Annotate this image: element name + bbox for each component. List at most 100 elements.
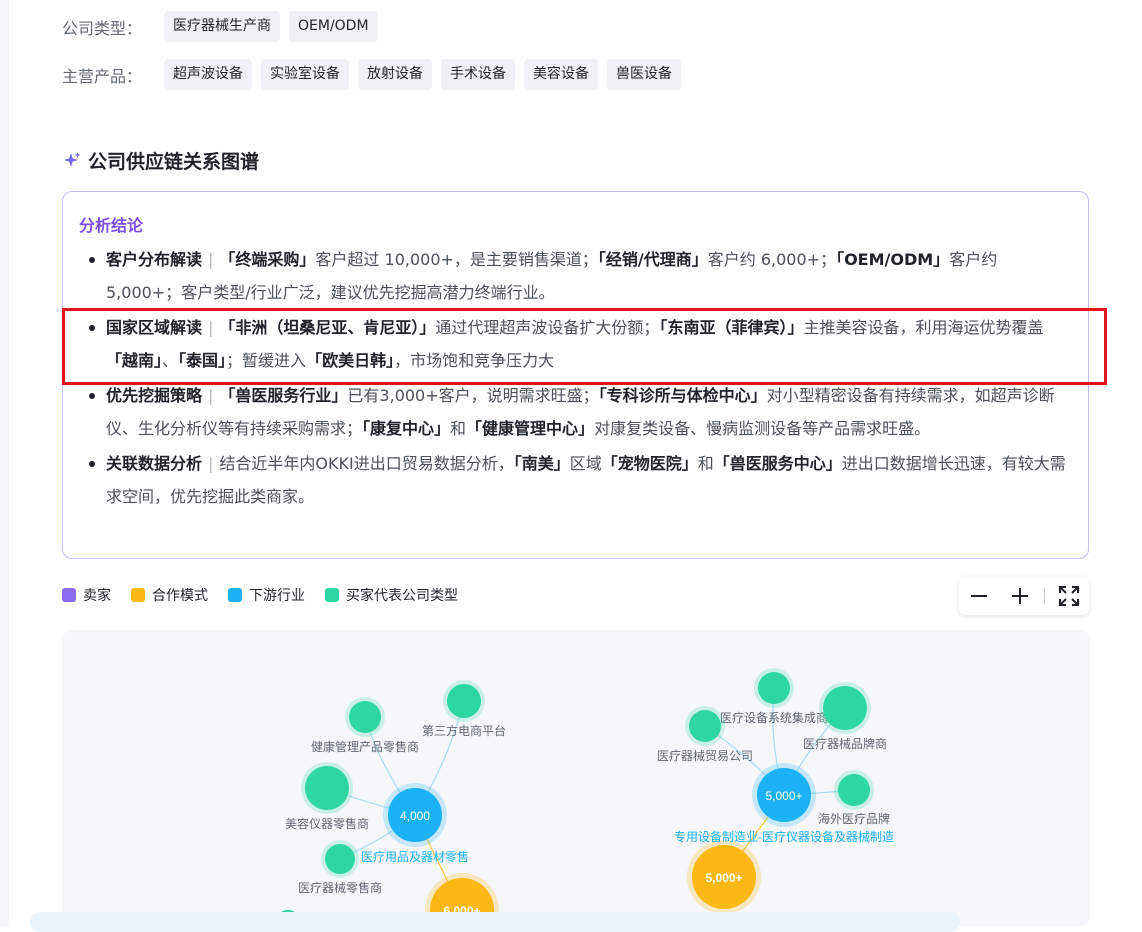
analysis-item-head: 优先挖掘策略 xyxy=(106,386,203,405)
buyer-node-label: 医疗器械贸易公司 xyxy=(657,748,753,763)
separator: | xyxy=(208,318,214,337)
info-tag[interactable]: 美容设备 xyxy=(524,59,598,90)
industry-node-value: 5,000+ xyxy=(765,789,802,803)
mode-node-value: 5,000+ xyxy=(705,871,742,885)
buyer-node-label: 海外医疗品牌 xyxy=(818,811,890,826)
analysis-item-head: 关联数据分析 xyxy=(106,454,203,473)
analysis-item: 优先挖掘策略 | 「兽医服务行业」已有3,000+客户，说明需求旺盛；「专科诊所与体… xyxy=(87,380,1072,445)
keyword: 「专科诊所与体检中心」 xyxy=(598,386,767,405)
keyword: 「兽医服务中心」 xyxy=(713,454,842,473)
info-tag[interactable]: 兽医设备 xyxy=(607,59,681,90)
buyer-node[interactable] xyxy=(325,844,355,874)
info-row: 公司类型： 医疗器械生产商 OEM/ODM xyxy=(62,11,387,42)
analysis-text: 客户约 6,000+； xyxy=(707,250,837,269)
buyer-node[interactable] xyxy=(447,684,481,718)
legend-item[interactable]: 下游行业 xyxy=(228,585,305,605)
industry-node-label: 医疗用品及器材零售 xyxy=(361,849,469,864)
analysis-card: 分析结论 客户分布解读 | 「终端采购」客户超过 10,000+，是主要销售渠道；「… xyxy=(62,191,1089,559)
zoom-divider xyxy=(1043,588,1045,604)
info-row-label: 公司类型： xyxy=(62,18,143,38)
buyer-node[interactable] xyxy=(838,774,870,806)
info-tag[interactable]: 实验室设备 xyxy=(261,59,349,90)
info-tag[interactable]: 放射设备 xyxy=(358,59,432,90)
buyer-node[interactable] xyxy=(758,672,790,704)
legend-item[interactable]: 合作模式 xyxy=(131,585,208,605)
legend-swatch xyxy=(325,588,339,602)
zoom-controls xyxy=(959,577,1089,615)
left-scroll-gutter xyxy=(0,0,9,926)
buyer-node-label: 医疗器械零售商 xyxy=(298,880,382,895)
keyword: 「欧美日韩」 xyxy=(306,350,395,370)
analysis-text: 、 xyxy=(162,350,179,370)
analysis-text: ，市场饱和竞争压力大 xyxy=(394,350,555,370)
analysis-text: 结合近半年内OKKI进出口贸易数据分析， xyxy=(219,454,514,473)
analysis-text: 和 xyxy=(697,454,714,473)
keyword: 「OEM/ODM」 xyxy=(836,250,950,269)
legend-item[interactable]: 买家代表公司类型 xyxy=(325,585,458,605)
keyword: 「康复中心」 xyxy=(362,418,451,438)
analysis-item-head: 客户分布解读 xyxy=(106,250,203,269)
keyword: 「经销/代理商」 xyxy=(597,250,708,269)
buyer-node-label: 医疗器械品牌商 xyxy=(803,736,887,751)
legend-label: 买家代表公司类型 xyxy=(346,588,458,604)
info-row-label: 主营产品： xyxy=(62,66,143,86)
analysis-item-head: 国家区域解读 xyxy=(106,318,203,337)
analysis-title: 分析结论 xyxy=(79,216,144,235)
buyer-node-label: 美容仪器零售商 xyxy=(285,816,369,831)
section-header: 公司供应链关系图谱 xyxy=(62,147,259,174)
industry-node-value: 4,000 xyxy=(400,809,430,823)
industry-node-label: 专用设备制造业-医疗仪器设备及器械制造 xyxy=(674,829,894,844)
legend-item[interactable]: 卖家 xyxy=(62,585,111,605)
analysis-text: 客户超过 10,000+，是主要销售渠道； xyxy=(315,250,598,269)
analysis-list: 客户分布解读 | 「终端采购」客户超过 10,000+，是主要销售渠道；「经销/代理… xyxy=(87,244,1072,516)
keyword: 「泰国」 xyxy=(178,350,227,370)
minus-icon xyxy=(971,595,988,597)
separator: | xyxy=(208,250,214,269)
info-tag[interactable]: OEM/ODM xyxy=(289,11,378,42)
legend-label: 合作模式 xyxy=(152,588,208,604)
analysis-item: 关联数据分析 | 结合近半年内OKKI进出口贸易数据分析，「南美」区域「宠物医院」和… xyxy=(87,448,1072,513)
analysis-text: 和 xyxy=(450,418,467,438)
keyword: 「南美」 xyxy=(513,454,570,473)
keyword: 「兽医服务行业」 xyxy=(219,386,348,405)
keyword: 「非洲（坦桑尼亚、肯尼亚）」 xyxy=(219,318,436,337)
analysis-text: 主推美容设备，利用海运优势覆盖 xyxy=(803,318,1044,337)
analysis-text: 对康复类设备、慢病监测设备等产品需求旺盛。 xyxy=(594,418,931,438)
zoom-in-button[interactable] xyxy=(1003,579,1037,613)
fullscreen-icon xyxy=(1058,586,1079,606)
info-row: 主营产品： 超声波设备 实验室设备 放射设备 手术设备 美容设备 兽医设备 xyxy=(62,59,690,90)
keyword: 「东南亚（菲律宾）」 xyxy=(659,318,804,337)
keyword: 「越南」 xyxy=(106,350,163,370)
graph-legend: 卖家 合作模式 下游行业 买家代表公司类型 xyxy=(62,585,478,605)
buyer-node-label: 第三方电商平台 xyxy=(422,723,506,738)
keyword: 「健康管理中心」 xyxy=(466,418,595,438)
analysis-item: 客户分布解读 | 「终端采购」客户超过 10,000+，是主要销售渠道；「经销/代理… xyxy=(87,244,1072,309)
sparkle-icon xyxy=(64,151,81,167)
buyer-node[interactable] xyxy=(349,701,381,733)
section-title: 公司供应链关系图谱 xyxy=(88,151,260,173)
info-tag[interactable]: 超声波设备 xyxy=(164,59,252,90)
analysis-text: ；暂缓进入 xyxy=(226,350,307,370)
buyer-node[interactable] xyxy=(689,710,721,742)
plus-icon xyxy=(1012,588,1029,604)
fullscreen-button[interactable] xyxy=(1052,579,1086,613)
keyword: 「宠物医院」 xyxy=(601,454,698,473)
supply-chain-graph[interactable]: 健康管理产品零售商 第三方电商平台 美容仪器零售商 医疗器械零售商 6,000+ 4,00… xyxy=(62,630,1090,926)
graph-canvas[interactable]: 健康管理产品零售商第三方电商平台美容仪器零售商医疗器械零售商6,000+4,00… xyxy=(62,630,1090,926)
buyer-node[interactable] xyxy=(305,766,349,810)
separator: | xyxy=(208,386,214,405)
buyer-node-label: 医疗设备系统集成商 xyxy=(720,710,828,725)
keyword: 「终端采购」 xyxy=(219,250,316,269)
legend-label: 卖家 xyxy=(83,588,111,604)
analysis-text: 通过代理超声波设备扩大份额； xyxy=(435,318,660,337)
zoom-out-button[interactable] xyxy=(962,579,996,613)
analysis-item: 国家区域解读 | 「非洲（坦桑尼亚、肯尼亚）」通过代理超声波设备扩大份额；「东南亚（… xyxy=(87,312,1072,377)
buyer-node-label: 健康管理产品零售商 xyxy=(311,739,419,754)
legend-label: 下游行业 xyxy=(249,588,305,604)
separator: | xyxy=(208,454,214,473)
analysis-text: 已有3,000+客户，说明需求旺盛； xyxy=(347,386,599,405)
buyer-node[interactable] xyxy=(823,686,867,730)
info-tag[interactable]: 医疗器械生产商 xyxy=(164,11,280,42)
info-tag[interactable]: 手术设备 xyxy=(441,59,515,90)
legend-swatch xyxy=(62,588,76,602)
